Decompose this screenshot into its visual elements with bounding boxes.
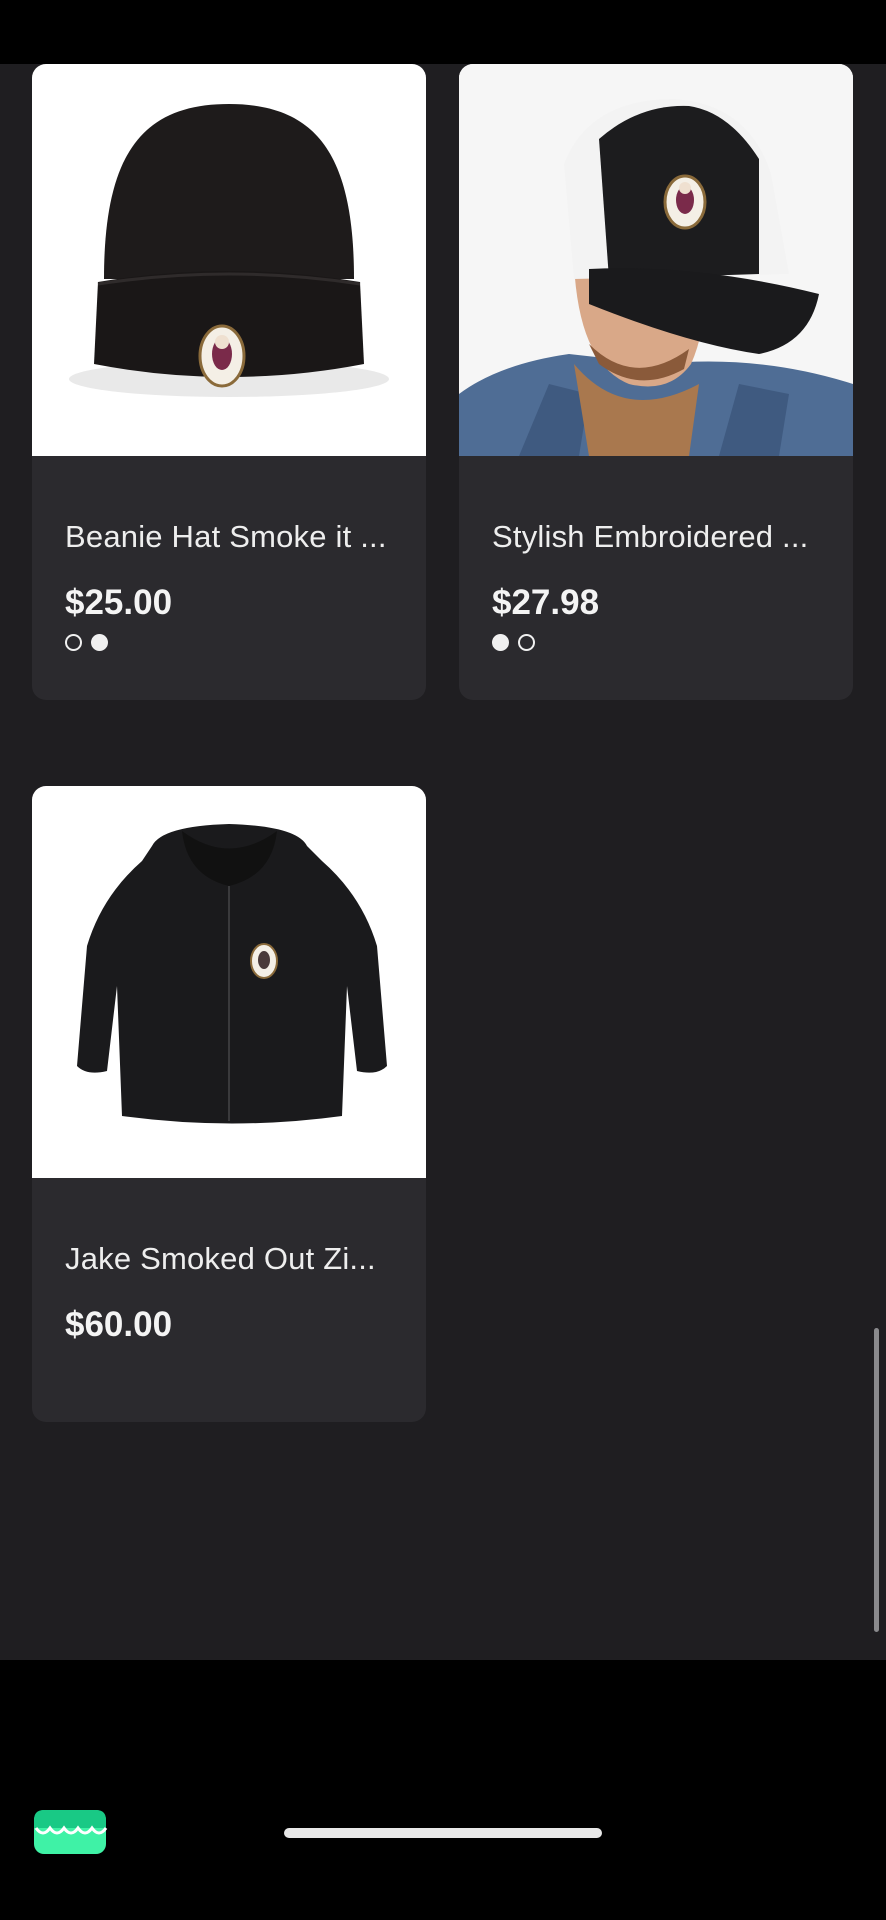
product-card-trucker-hat[interactable]: Stylish Embroidered ... $27.98 bbox=[459, 64, 853, 700]
product-image-zip-hoodie bbox=[32, 786, 426, 1178]
product-title: Beanie Hat Smoke it ... bbox=[65, 519, 387, 554]
color-swatches bbox=[492, 634, 535, 651]
color-swatch-option[interactable] bbox=[65, 634, 82, 651]
scrollbar[interactable] bbox=[874, 1328, 879, 1632]
color-swatches bbox=[65, 634, 108, 651]
home-indicator[interactable] bbox=[284, 1828, 602, 1838]
product-grid: Beanie Hat Smoke it ... $25.00 Stylish E… bbox=[0, 64, 886, 1660]
product-title: Stylish Embroidered ... bbox=[492, 519, 809, 554]
product-card-zip-hoodie[interactable]: Jake Smoked Out Zi... $60.00 bbox=[32, 786, 426, 1422]
bottom-dock bbox=[0, 1660, 886, 1920]
product-title: Jake Smoked Out Zi... bbox=[65, 1241, 376, 1276]
product-image-trucker-hat bbox=[459, 64, 853, 456]
color-swatch-option-selected[interactable] bbox=[492, 634, 509, 651]
color-swatch-option-selected[interactable] bbox=[91, 634, 108, 651]
color-swatch-option[interactable] bbox=[518, 634, 535, 651]
product-image-beanie bbox=[32, 64, 426, 456]
store-icon[interactable] bbox=[32, 1810, 108, 1854]
product-price: $60.00 bbox=[65, 1305, 173, 1344]
product-card-beanie[interactable]: Beanie Hat Smoke it ... $25.00 bbox=[32, 64, 426, 700]
product-price: $27.98 bbox=[492, 583, 600, 622]
product-price: $25.00 bbox=[65, 583, 173, 622]
